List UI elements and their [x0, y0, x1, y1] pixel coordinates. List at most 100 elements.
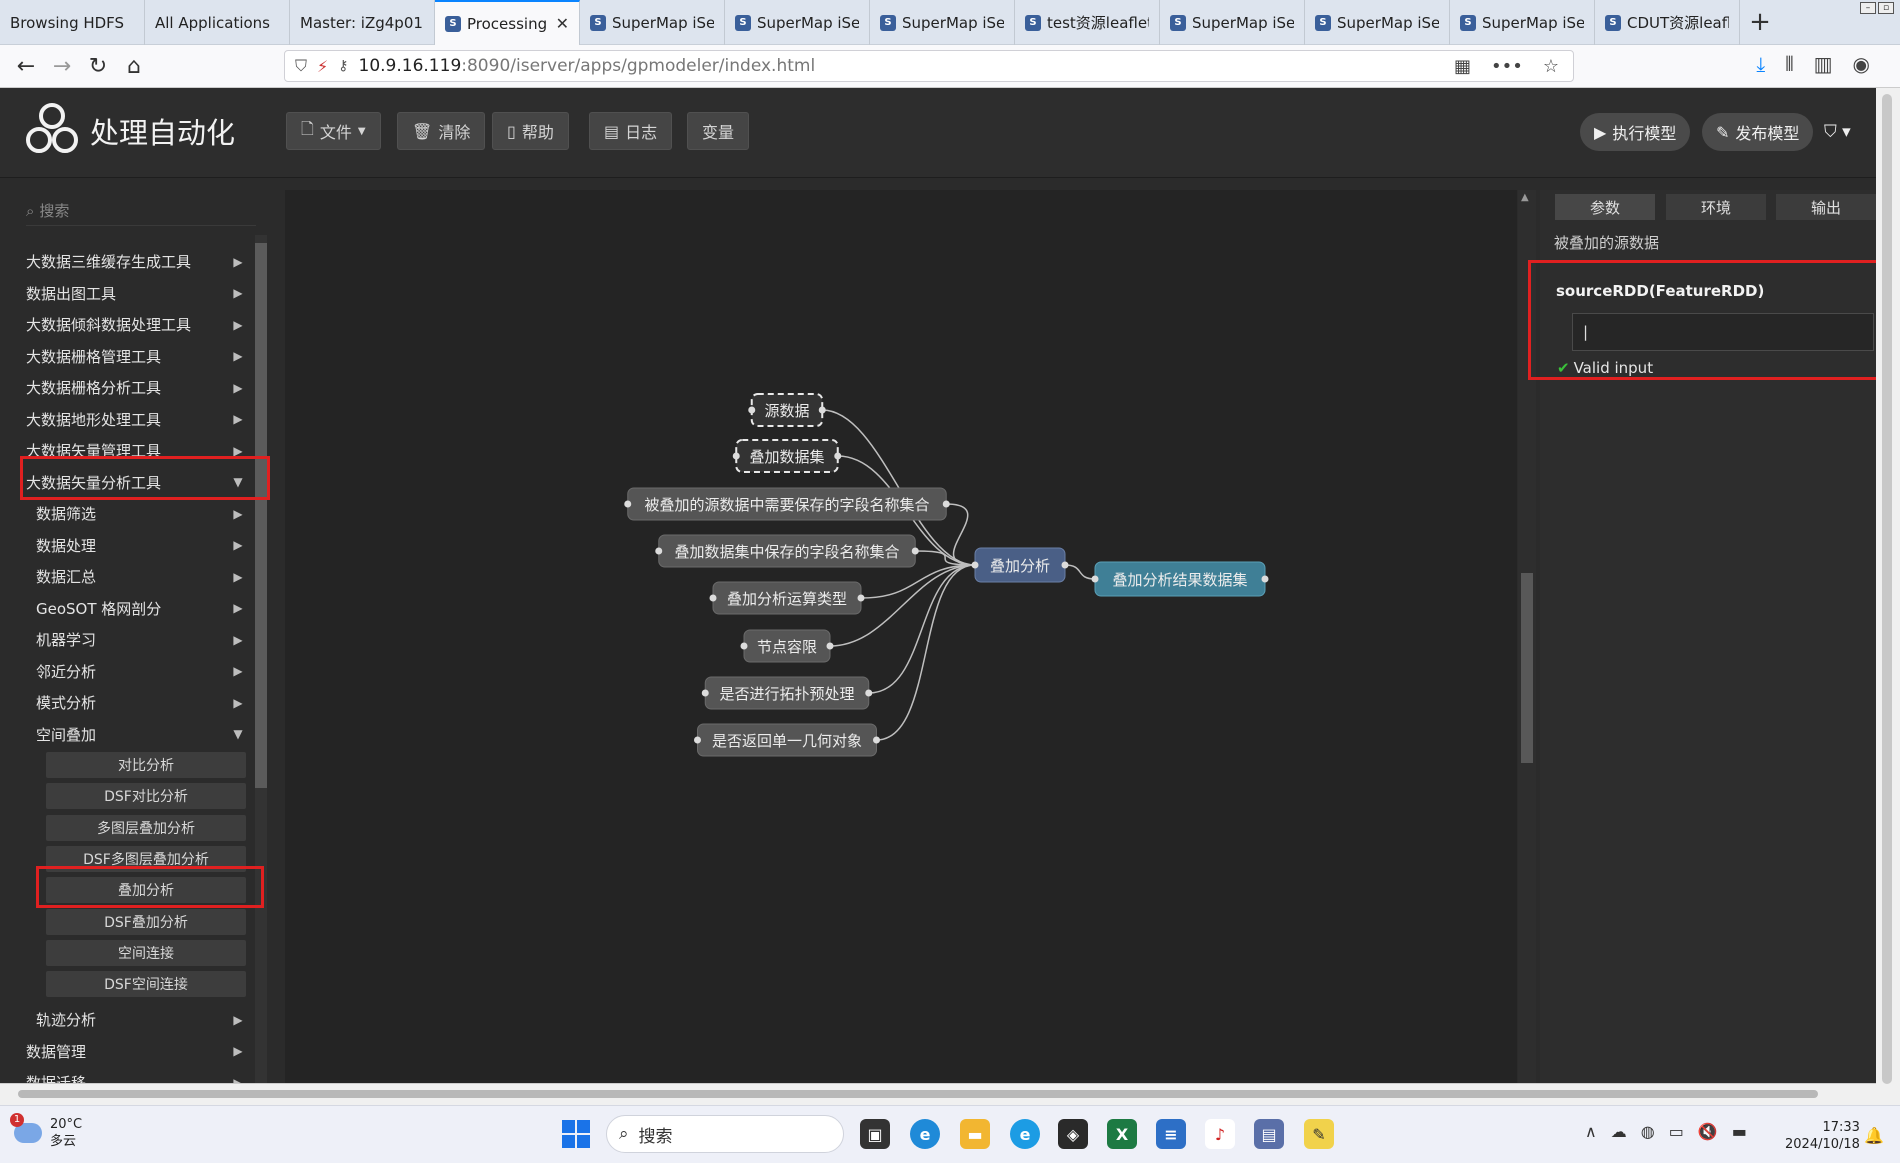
download-icon[interactable]: ⤓	[1756, 52, 1765, 76]
tab-output[interactable]: 输出	[1776, 194, 1876, 220]
output-node[interactable]: 叠加分析结果数据集	[1091, 561, 1269, 597]
node-port[interactable]	[873, 736, 880, 744]
browser-tab[interactable]: S SuperMap iSer	[1450, 0, 1595, 45]
tree-subcategory[interactable]: 数据汇总 ▶	[18, 561, 248, 592]
weather-widget[interactable]: 1 20°C 多云	[10, 1113, 82, 1150]
tree-category[interactable]: 数据出图工具 ▶	[18, 278, 248, 309]
system-clock[interactable]: 17:33 2024/10/18	[1785, 1119, 1860, 1153]
publish-model-button[interactable]: ✎ 发布模型	[1702, 113, 1814, 151]
browser-tab[interactable]: S Processing ✕	[435, 0, 580, 45]
node-port[interactable]	[1091, 575, 1099, 583]
page-vertical-scrollbar[interactable]	[1876, 88, 1900, 1105]
tool-item[interactable]: DSF叠加分析	[46, 908, 246, 935]
browser-tab[interactable]: All Applications	[145, 0, 290, 45]
tree-subcategory[interactable]: 数据处理 ▶	[18, 530, 248, 561]
qr-code-icon[interactable]: ▦	[1454, 56, 1471, 77]
windows-start-icon[interactable]	[562, 1120, 590, 1148]
tool-item[interactable]: 对比分析	[46, 752, 246, 778]
cloud-sync-icon[interactable]: ☁	[1611, 1122, 1627, 1141]
tree-category[interactable]: 大数据矢量管理工具 ▶	[18, 435, 248, 466]
canvas-scrollbar[interactable]: ▲	[1518, 190, 1536, 1083]
input-node[interactable]: 叠加分析运算类型	[709, 581, 865, 615]
process-node[interactable]: 叠加分析	[971, 547, 1069, 583]
library-icon[interactable]: ⫴	[1785, 52, 1793, 76]
node-port[interactable]	[624, 500, 632, 508]
node-port[interactable]	[701, 689, 709, 697]
help-button[interactable]: ▯ 帮助	[492, 112, 569, 150]
node-port[interactable]	[1061, 561, 1069, 569]
remote-desktop-icon[interactable]: ▤	[1254, 1119, 1284, 1149]
home-icon[interactable]: ⌂	[116, 48, 152, 84]
node-port[interactable]	[818, 406, 826, 414]
sticky-notes-icon[interactable]: ✎	[1304, 1119, 1334, 1149]
input-node[interactable]: 叠加数据集中保存的字段名称集合	[655, 534, 919, 568]
browser-tab[interactable]: S SuperMap iSer	[725, 0, 870, 45]
ie-browser-icon[interactable]: e	[1010, 1119, 1040, 1149]
node-port[interactable]	[942, 500, 950, 508]
browser-tab[interactable]: S SuperMap iSer	[1160, 0, 1305, 45]
page-horizontal-scrollbar[interactable]	[0, 1083, 1876, 1105]
browser-tab[interactable]: S SuperMap iSer	[870, 0, 1015, 45]
tree-subcategory[interactable]: 空间叠加 ▼	[18, 719, 248, 750]
tool-item[interactable]: DSF多图层叠加分析	[46, 845, 246, 872]
app-cube-icon[interactable]: ◈	[1058, 1119, 1088, 1149]
edge-browser-icon[interactable]: e	[910, 1119, 940, 1149]
tree-subcategory[interactable]: 邻近分析 ▶	[18, 656, 248, 687]
clear-button[interactable]: 🗑 清除	[397, 112, 486, 150]
back-icon[interactable]: ←	[8, 48, 44, 84]
tree-category[interactable]: 大数据地形处理工具 ▶	[18, 404, 248, 435]
node-port[interactable]	[655, 547, 663, 555]
sidebar-toggle-icon[interactable]: ▥	[1814, 52, 1833, 76]
tree-subcategory[interactable]: 模式分析 ▶	[18, 687, 248, 718]
input-node[interactable]: 是否进行拓扑预处理	[701, 676, 873, 710]
forward-icon[interactable]: →	[44, 48, 80, 84]
security-icon[interactable]: ◍	[1641, 1122, 1655, 1141]
mute-icon[interactable]: 🔇	[1698, 1122, 1718, 1141]
node-port[interactable]	[865, 689, 873, 697]
sidebar-scrollbar[interactable]	[255, 235, 267, 1085]
tree-subcategory[interactable]: 数据筛选 ▶	[18, 498, 248, 529]
browser-tab[interactable]: Stest资源leaflet	[1015, 0, 1160, 45]
node-port[interactable]	[826, 642, 834, 650]
tool-item[interactable]: DSF空间连接	[46, 971, 246, 998]
tool-item[interactable]: 叠加分析	[46, 877, 246, 904]
input-node[interactable]: 是否返回单一几何对象	[694, 723, 880, 757]
source-rdd-input[interactable]: |	[1572, 313, 1874, 351]
tree-category[interactable]: 大数据倾斜数据处理工具 ▶	[18, 309, 248, 340]
bookmark-star-icon[interactable]: ☆	[1543, 56, 1559, 77]
browser-tab[interactable]: S SuperMap iSer	[580, 0, 725, 45]
tree-subcategory[interactable]: GeoSOT 格网剖分 ▶	[18, 593, 248, 624]
tree-category[interactable]: 数据管理 ▶	[18, 1036, 248, 1067]
input-node[interactable]: 源数据	[748, 393, 826, 427]
node-port[interactable]	[857, 594, 865, 602]
log-button[interactable]: ▤ 日志	[589, 112, 673, 150]
node-port[interactable]	[740, 642, 748, 650]
more-icon[interactable]: •••	[1491, 56, 1523, 77]
pdf-reader-icon[interactable]: ♪	[1205, 1119, 1235, 1149]
task-view-icon[interactable]: ▣	[860, 1119, 890, 1149]
account-icon[interactable]: ◉	[1853, 52, 1870, 76]
excel-icon[interactable]: X	[1107, 1119, 1137, 1149]
tree-category[interactable]: 大数据矢量分析工具 ▼	[18, 467, 248, 498]
tab-environment[interactable]: 环境	[1666, 194, 1766, 220]
restore-icon[interactable]: ▫	[1878, 2, 1894, 14]
node-port[interactable]	[834, 452, 842, 460]
file-menu-button[interactable]: 🗋 文件 ▼	[286, 112, 381, 150]
browser-tab[interactable]: S SuperMap iSer	[1305, 0, 1450, 45]
node-port[interactable]	[748, 406, 756, 414]
notification-bell-icon[interactable]: 🔔	[1864, 1126, 1884, 1145]
tree-subcategory[interactable]: 机器学习 ▶	[18, 624, 248, 655]
tree-category[interactable]: 大数据栅格分析工具 ▶	[18, 372, 248, 403]
node-port[interactable]	[694, 736, 701, 744]
sidebar-search[interactable]: ⌕ 搜索	[26, 196, 256, 226]
battery-icon[interactable]: ▬	[1732, 1122, 1747, 1141]
variables-button[interactable]: 变量	[687, 112, 750, 150]
chevron-up-icon[interactable]: ∧	[1585, 1122, 1597, 1141]
browser-tab[interactable]: S CDUT资源leafle	[1595, 0, 1740, 45]
tab-parameters[interactable]: 参数	[1555, 194, 1655, 220]
network-icon[interactable]: ▭	[1669, 1122, 1684, 1141]
run-model-button[interactable]: ▶ 执行模型	[1580, 113, 1691, 151]
browser-tab[interactable]: Master: iZg4p01kz	[290, 0, 435, 45]
close-tab-icon[interactable]: ✕	[556, 14, 569, 33]
notepad-icon[interactable]: ≡	[1156, 1119, 1186, 1149]
